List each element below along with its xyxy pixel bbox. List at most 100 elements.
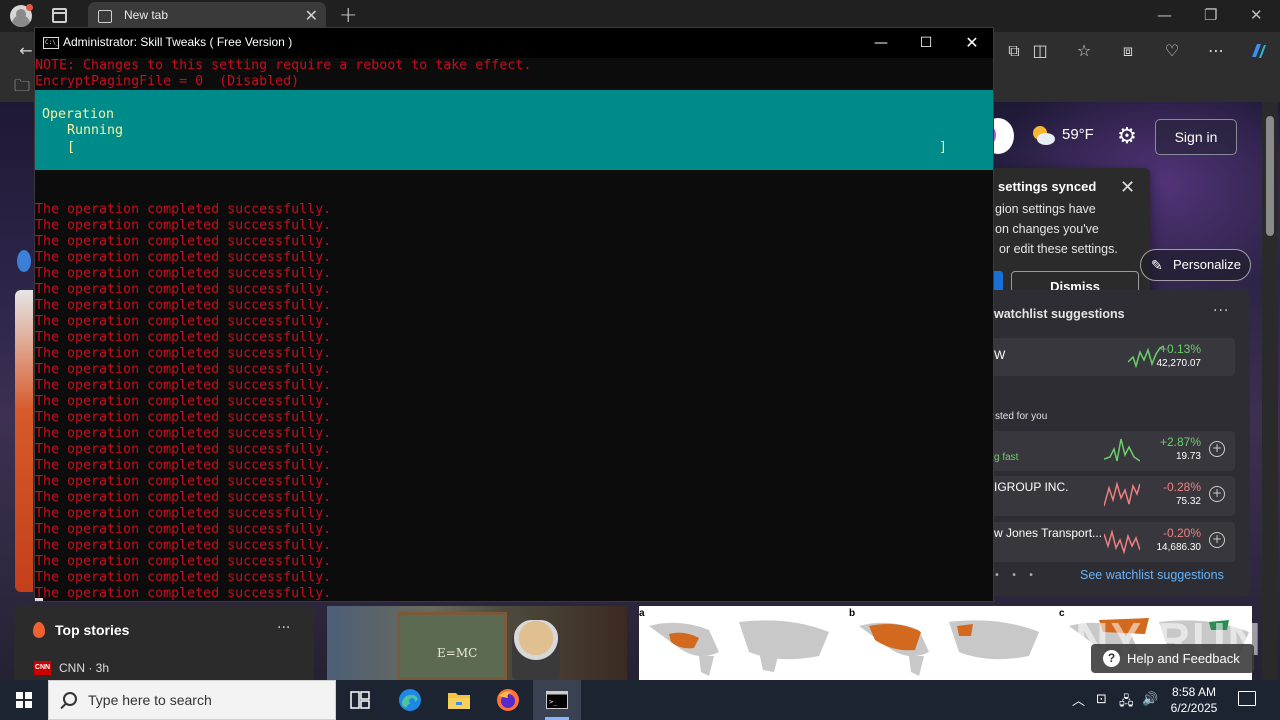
sign-in-button[interactable]: Sign in xyxy=(1155,119,1237,155)
console-output-line: The operation completed successfully. xyxy=(35,554,332,569)
terminal-icon: >_ xyxy=(546,691,568,709)
extensions-icon[interactable]: ⧉ xyxy=(1004,41,1024,61)
console-cursor xyxy=(35,598,43,601)
console-output-line: The operation completed successfully. xyxy=(35,378,332,393)
progress-bar-open: [ xyxy=(67,140,76,155)
console-title-bar[interactable]: C:\_ Administrator: Skill Tweaks ( Free … xyxy=(35,28,993,58)
top-stories-title: Top stories xyxy=(55,622,130,638)
stock-row[interactable]: w Jones Transport... -0.20% 14,686.30 + xyxy=(994,522,1235,562)
favorites-icon[interactable]: ☆ xyxy=(1074,41,1094,61)
clock-date: 6/2/2025 xyxy=(1170,701,1218,715)
taskbar-edge[interactable] xyxy=(386,680,434,720)
task-view-button[interactable] xyxy=(336,680,384,720)
personalize-label: Personalize xyxy=(1173,257,1241,272)
stock-row[interactable]: W +0.13% 42,270.07 xyxy=(994,338,1235,376)
console-output-line: The operation completed successfully. xyxy=(35,314,332,329)
progress-operation-label: Operation xyxy=(42,107,115,122)
console-output-line: The operation completed successfully. xyxy=(35,202,332,217)
console-output-line: The operation completed successfully. xyxy=(35,282,332,297)
console-output-line: The operation completed successfully. xyxy=(35,426,332,441)
world-map: a xyxy=(639,608,839,678)
settings-gear-icon[interactable]: ⚙ xyxy=(1114,124,1140,150)
help-feedback-button[interactable]: ? Help and Feedback xyxy=(1091,644,1254,673)
page-scrollbar[interactable] xyxy=(1262,102,1278,680)
desktop: New tab ✕ + — ❐ ✕ ← ⧉ ◫ ☆ ⧈ ♡ ⋯ 🗀 59°F ⚙… xyxy=(0,0,1280,720)
news-image-einstein[interactable]: E=MC xyxy=(327,606,627,680)
console-output-line: The operation completed successfully. xyxy=(35,250,332,265)
collections-icon[interactable]: ⧈ xyxy=(1118,41,1138,61)
copilot-icon[interactable] xyxy=(1248,41,1268,61)
console-close-icon[interactable]: ✕ xyxy=(957,31,987,55)
more-options-icon[interactable]: ··· xyxy=(277,620,290,636)
console-output-line: The operation completed successfully. xyxy=(35,442,332,457)
console-output[interactable]: NOTE: Changes to this setting require a … xyxy=(35,58,993,601)
back-icon[interactable]: ← xyxy=(16,41,36,61)
more-options-icon[interactable]: ··· xyxy=(1213,303,1229,319)
tab-close-icon[interactable]: ✕ xyxy=(305,6,318,25)
more-options-icon[interactable]: ⋯ xyxy=(1206,41,1226,61)
console-output-line: The operation completed successfully. xyxy=(35,538,332,553)
stock-change: +0.13% xyxy=(1159,342,1201,356)
taskbar-search-box[interactable]: Type here to search xyxy=(48,680,336,720)
minimize-icon[interactable]: — xyxy=(1157,6,1172,24)
stock-name: w Jones Transport... xyxy=(994,526,1103,540)
story-image[interactable] xyxy=(15,290,33,592)
chevron-up-icon[interactable]: ︿ xyxy=(1072,690,1085,709)
help-label: Help and Feedback xyxy=(1127,651,1240,666)
add-stock-icon[interactable]: + xyxy=(1209,532,1225,548)
console-window[interactable]: C:\_ Administrator: Skill Tweaks ( Free … xyxy=(34,27,994,602)
brand-logo xyxy=(17,250,31,272)
tab-title: New tab xyxy=(124,8,169,22)
performance-icon[interactable]: ♡ xyxy=(1162,41,1182,61)
firefox-icon xyxy=(497,689,519,711)
taskbar-clock[interactable]: 8:58 AM 6/2/2025 xyxy=(1164,684,1224,716)
folder-icon xyxy=(448,693,470,709)
personalize-button[interactable]: ✎ Personalize xyxy=(1140,249,1251,281)
stock-change: -0.20% xyxy=(1162,526,1201,540)
console-app-icon: C:\_ xyxy=(43,37,59,49)
stock-subtitle: g fast xyxy=(994,452,1019,463)
console-maximize-icon[interactable]: ☐ xyxy=(911,31,941,55)
story-source: CNN · 3h xyxy=(59,661,110,675)
console-output-line: The operation completed successfully. xyxy=(35,570,332,585)
taskbar-console[interactable]: >_ xyxy=(533,680,581,720)
watchlist-card: watchlist suggestions ··· W +0.13% 42,27… xyxy=(994,290,1250,596)
volume-icon[interactable]: 🔊 xyxy=(1142,692,1158,707)
cartoon-figure xyxy=(512,620,560,680)
world-map: b xyxy=(849,608,1049,678)
popup-close-icon[interactable]: ✕ xyxy=(1120,177,1135,198)
network-device-icon[interactable]: ⊡ xyxy=(1096,692,1107,707)
sparkline-up xyxy=(1104,438,1140,462)
clock-time: 8:58 AM xyxy=(1171,685,1217,699)
pencil-icon: ✎ xyxy=(1151,257,1163,273)
console-output-line: The operation completed successfully. xyxy=(35,234,332,249)
stock-price: 75.32 xyxy=(1175,496,1201,507)
add-stock-icon[interactable]: + xyxy=(1209,441,1225,457)
taskbar-firefox[interactable] xyxy=(484,680,532,720)
scrollbar-thumb[interactable] xyxy=(1266,116,1274,236)
console-output-line: The operation completed successfully. xyxy=(35,490,332,505)
network-icon[interactable]: 🖧 xyxy=(1119,692,1134,714)
stock-change: +2.87% xyxy=(1159,435,1201,449)
folder-icon[interactable]: 🗀 xyxy=(12,76,32,96)
carousel-dots[interactable]: • • • xyxy=(994,570,1038,581)
stock-row[interactable]: g fast +2.87% 19.73 + xyxy=(994,431,1235,471)
see-watchlist-link[interactable]: See watchlist suggestions xyxy=(1080,568,1224,582)
start-button[interactable] xyxy=(0,680,48,720)
stock-price: 14,686.30 xyxy=(1156,542,1202,553)
console-minimize-icon[interactable]: — xyxy=(866,31,896,55)
add-stock-icon[interactable]: + xyxy=(1209,486,1225,502)
top-stories-card[interactable]: Top stories ··· CNN CNN · 3h xyxy=(14,606,314,680)
stock-row[interactable]: IGROUP INC. -0.28% 75.32 + xyxy=(994,476,1235,516)
console-output-line: The operation completed successfully. xyxy=(35,474,332,489)
weather-temperature: 59°F xyxy=(1062,126,1094,143)
progress-bar-close: ] xyxy=(939,140,948,155)
restore-icon[interactable]: ❐ xyxy=(1204,6,1217,24)
close-icon[interactable]: ✕ xyxy=(1250,6,1263,24)
tab-actions-icon[interactable] xyxy=(52,8,67,23)
partly-cloudy-icon xyxy=(1033,126,1055,145)
new-tab-button[interactable]: + xyxy=(339,3,357,28)
taskbar-file-explorer[interactable] xyxy=(435,680,483,720)
split-screen-icon[interactable]: ◫ xyxy=(1030,41,1050,61)
notification-icon[interactable] xyxy=(1238,691,1256,706)
